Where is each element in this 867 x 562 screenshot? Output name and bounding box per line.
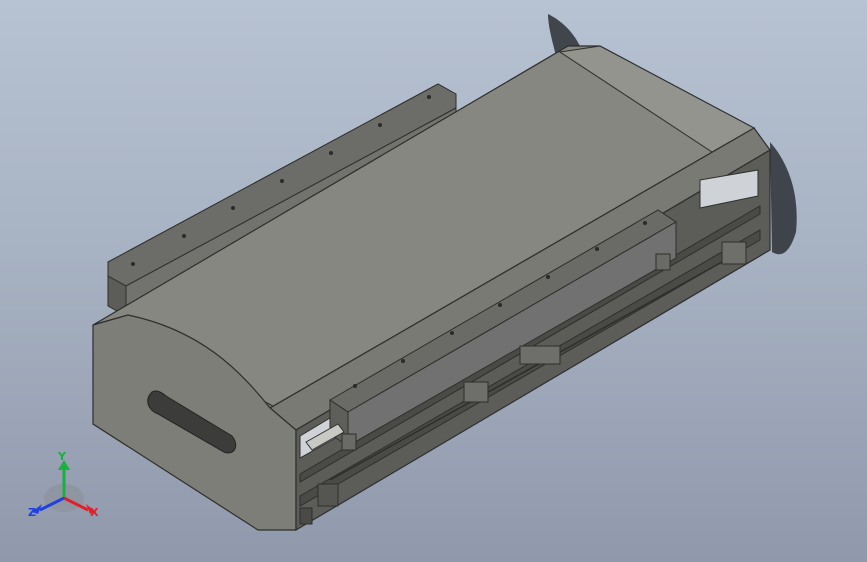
- 3d-model-viewport[interactable]: Y X Z: [0, 0, 867, 562]
- linear-module-model[interactable]: Y X Z: [0, 0, 867, 562]
- y-axis-label: Y: [57, 450, 67, 463]
- x-axis-label: X: [90, 506, 99, 519]
- z-axis-label: Z: [28, 506, 36, 519]
- coordinate-triad: Y X Z: [28, 450, 99, 519]
